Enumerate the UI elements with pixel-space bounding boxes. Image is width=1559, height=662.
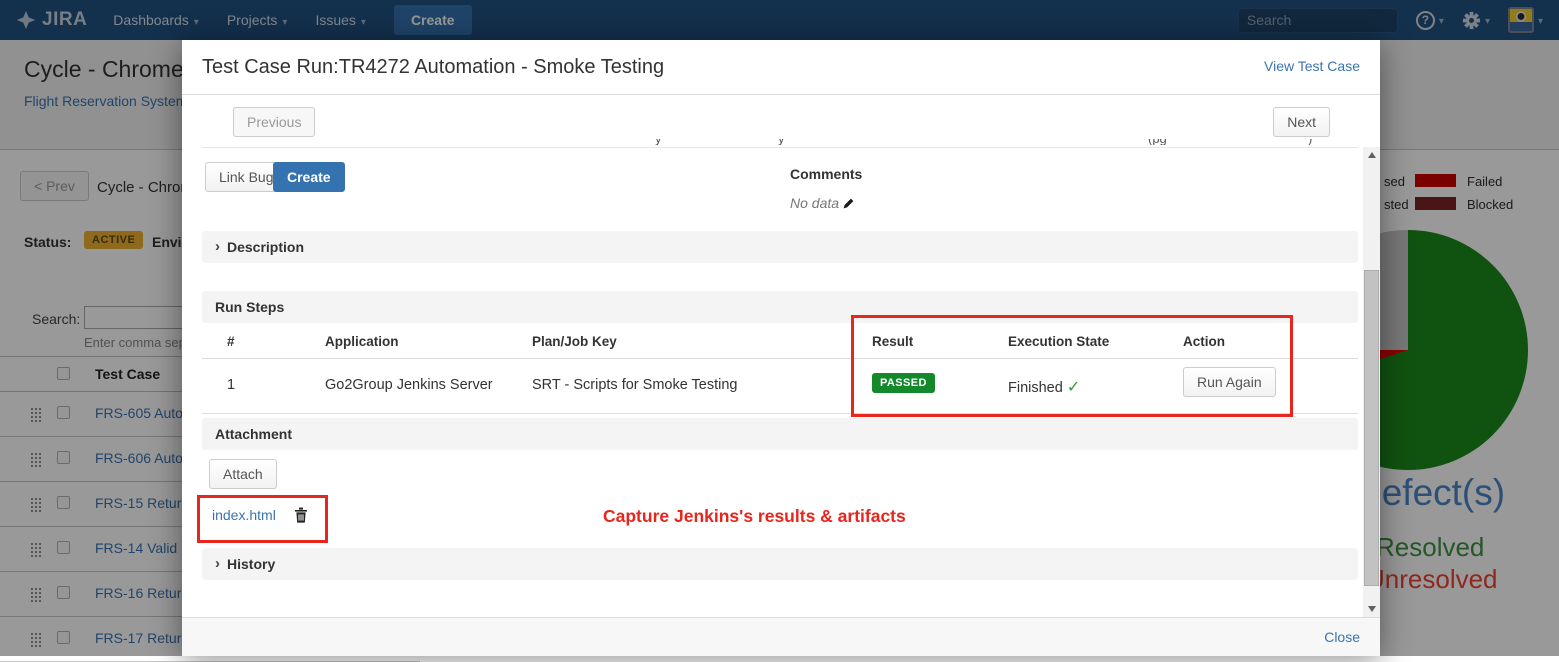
col-result: Result [872,334,913,349]
col-action: Action [1183,334,1225,349]
dialog-nav-row: Previous Next y y (pg ) [182,95,1380,147]
run-step-row: 1 Go2Group Jenkins Server SRT - Scripts … [202,359,1358,414]
attach-button[interactable]: Attach [209,459,277,489]
chevron-right-icon [215,555,220,573]
result-passed-badge: PASSED [872,373,935,393]
trash-icon[interactable] [294,507,308,523]
run-steps-table-header: # Application Plan/Job Key Result Execut… [202,326,1358,359]
chevron-right-icon [215,238,220,256]
clipped-text-fragment: (pg [1148,139,1188,145]
clipped-text-fragment: ) [1308,139,1328,145]
dialog-footer: Close [182,617,1380,656]
scrollbar-down-arrow[interactable] [1363,601,1380,617]
dialog-scrollbar [1363,147,1380,617]
check-icon [1067,380,1080,396]
step-num: 1 [227,377,235,393]
scrollbar-up-arrow[interactable] [1363,147,1380,163]
description-section-toggle[interactable]: Description [202,231,1358,263]
run-steps-section-header: Run Steps [202,291,1358,323]
col-num: # [227,334,235,349]
execution-state-value: Finished [1008,377,1080,396]
create-bug-button[interactable]: Create [273,162,345,192]
col-plan-job-key: Plan/Job Key [532,334,617,349]
previous-button[interactable]: Previous [233,107,315,137]
step-plan-job-key: SRT - Scripts for Smoke Testing [532,377,738,393]
clipped-text-fragment: y [655,139,685,145]
attachment-file-link[interactable]: index.html [212,507,276,523]
col-application: Application [325,334,399,349]
next-button[interactable]: Next [1273,107,1330,137]
comments-label: Comments [790,166,862,182]
dialog-title: Test Case Run:TR4272 Automation - Smoke … [202,40,664,95]
annotation-note: Capture Jenkins's results & artifacts [603,506,906,527]
attachment-section-header: Attachment [202,418,1358,450]
step-application: Go2Group Jenkins Server [325,377,493,393]
comments-empty: No data [790,195,855,211]
dialog-scroll-area: Link Bug Create Comments No data Descrip… [182,147,1380,617]
clipped-text-fragment: y [778,139,808,145]
attachment-item: index.html [212,507,308,523]
dialog-header: Test Case Run:TR4272 Automation - Smoke … [182,40,1380,95]
col-execution-state: Execution State [1008,334,1109,349]
close-link[interactable]: Close [1324,618,1360,657]
run-again-button[interactable]: Run Again [1183,367,1276,397]
history-section-toggle[interactable]: History [202,548,1358,580]
test-case-run-dialog: Test Case Run:TR4272 Automation - Smoke … [182,40,1380,656]
edit-pencil-icon[interactable] [842,197,855,210]
view-test-case-link[interactable]: View Test Case [1264,58,1360,74]
scrollbar-thumb[interactable] [1364,270,1379,586]
